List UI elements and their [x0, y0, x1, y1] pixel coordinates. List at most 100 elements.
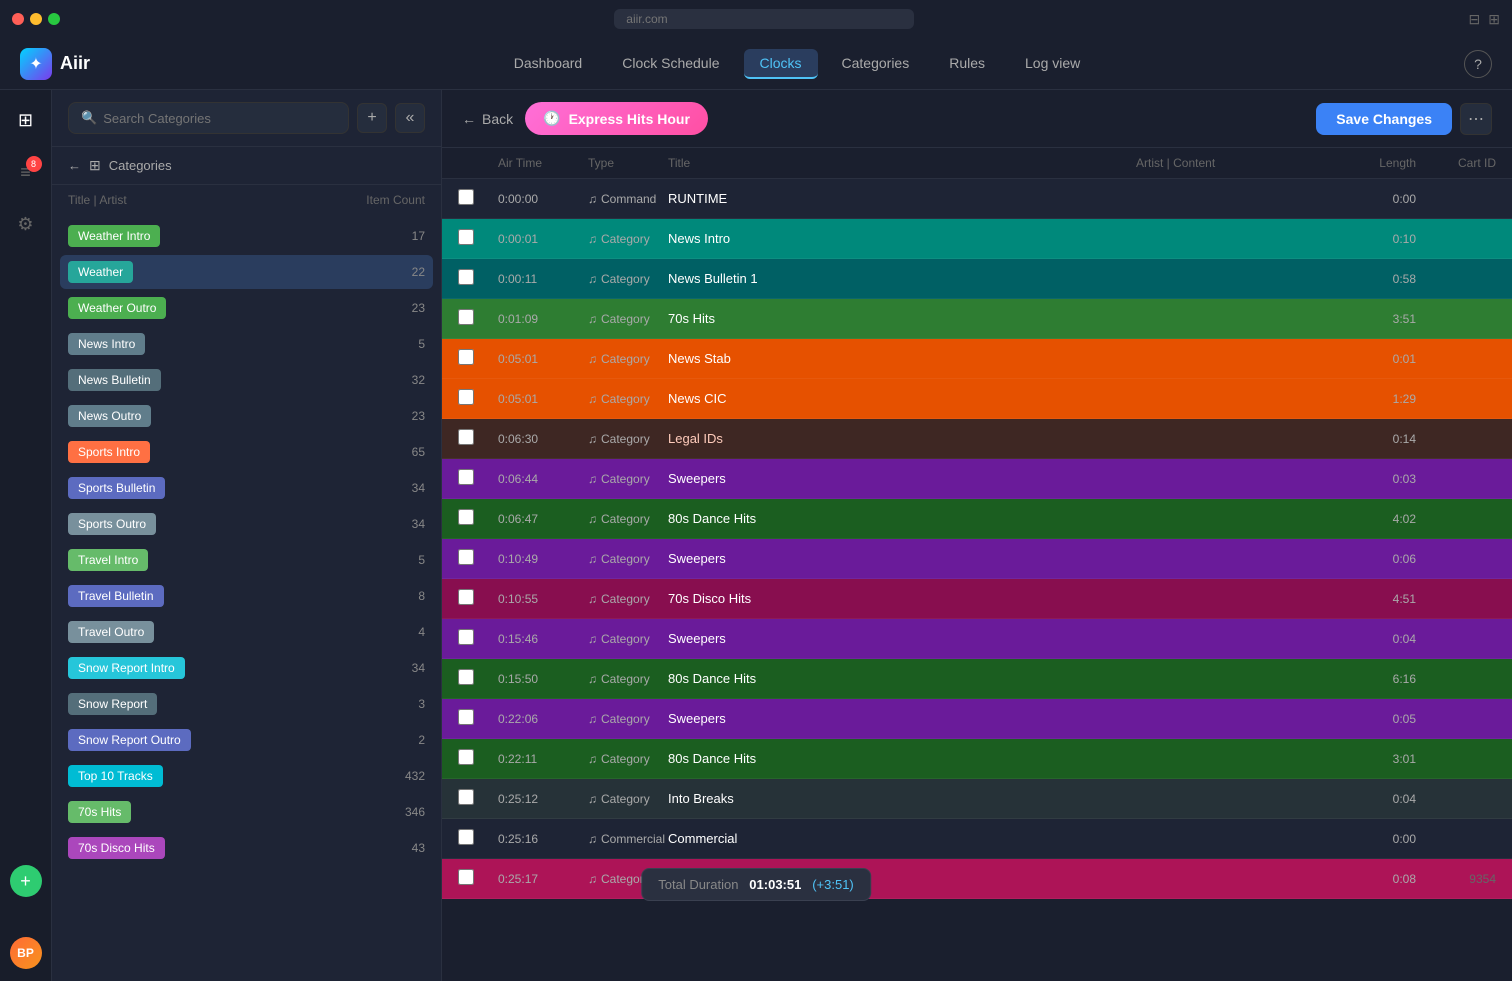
music-note-icon-16: ♫	[588, 832, 597, 846]
category-item-travel-intro[interactable]: Travel Intro5	[60, 543, 433, 577]
nav-item-dashboard[interactable]: Dashboard	[498, 49, 599, 79]
row-checkbox-4[interactable]	[458, 349, 474, 365]
row-checkbox-3[interactable]	[458, 309, 474, 325]
table-row[interactable]: 0:06:30 ♫Category Legal IDs 0:14	[442, 419, 1512, 459]
category-item-weather[interactable]: Weather22	[60, 255, 433, 289]
music-note-icon-7: ♫	[588, 472, 597, 486]
row-checkbox-16[interactable]	[458, 829, 474, 845]
row-checkbox-2[interactable]	[458, 269, 474, 285]
category-item-70s-hits[interactable]: 70s Hits346	[60, 795, 433, 829]
table-row[interactable]: 0:00:01 ♫Category News Intro 0:10	[442, 219, 1512, 259]
row-checkbox-12[interactable]	[458, 669, 474, 685]
category-item-news-bulletin[interactable]: News Bulletin32	[60, 363, 433, 397]
category-item-travel-bulletin[interactable]: Travel Bulletin8	[60, 579, 433, 613]
col-count-label: Item Count	[366, 193, 425, 207]
nav-item-clocks[interactable]: Clocks	[744, 49, 818, 79]
row-checkbox-10[interactable]	[458, 589, 474, 605]
table-row[interactable]: 0:06:44 ♫Category Sweepers 0:03	[442, 459, 1512, 499]
table-row[interactable]: 0:06:47 ♫Category 80s Dance Hits 4:02	[442, 499, 1512, 539]
row-title-14: 80s Dance Hits	[668, 751, 1136, 766]
content-header-right: Save Changes ⋯	[1316, 103, 1492, 135]
category-item-news-outro[interactable]: News Outro23	[60, 399, 433, 433]
back-arrow-icon: ←	[462, 111, 476, 127]
help-button[interactable]: ?	[1464, 50, 1492, 78]
category-item-sports-outro[interactable]: Sports Outro34	[60, 507, 433, 541]
category-count-travel-outro: 4	[418, 625, 425, 639]
category-item-weather-outro[interactable]: Weather Outro 23	[60, 291, 433, 325]
table-row[interactable]: 0:15:50 ♫Category 80s Dance Hits 6:16	[442, 659, 1512, 699]
url-input[interactable]	[614, 9, 914, 29]
fullscreen-icon[interactable]: ⊞	[1488, 11, 1500, 28]
table-row[interactable]: 0:22:11 ♫Category 80s Dance Hits 3:01	[442, 739, 1512, 779]
category-item-70s-disco-hits[interactable]: 70s Disco Hits43	[60, 831, 433, 865]
row-checkbox-7[interactable]	[458, 469, 474, 485]
category-item-news-intro[interactable]: News Intro5	[60, 327, 433, 361]
row-checkbox-14[interactable]	[458, 749, 474, 765]
more-options-button[interactable]: ⋯	[1460, 103, 1492, 135]
sidebar-with-icons: ⊞ ≡ 8 ⚙ + BP 🔍 + «	[0, 90, 442, 981]
clock-title-button[interactable]: 🕐 Express Hits Hour	[525, 102, 708, 135]
table-row[interactable]: 0:05:01 ♫Category News Stab 0:01	[442, 339, 1512, 379]
table-row[interactable]: 0:15:46 ♫Category Sweepers 0:04	[442, 619, 1512, 659]
row-title-15: Into Breaks	[668, 791, 1136, 806]
user-avatar[interactable]: BP	[10, 937, 42, 969]
logo[interactable]: ✦ Aiir	[20, 48, 90, 80]
category-item-sports-bulletin[interactable]: Sports Bulletin34	[60, 471, 433, 505]
nav-item-categories[interactable]: Categories	[826, 49, 926, 79]
back-icon[interactable]: ←	[68, 158, 81, 173]
table-row[interactable]: 0:25:17 ♫Category Promo Rotators 0:08 93…	[442, 859, 1512, 899]
category-item-sports-intro[interactable]: Sports Intro65	[60, 435, 433, 469]
category-item-travel-outro[interactable]: Travel Outro4	[60, 615, 433, 649]
row-checkbox-9[interactable]	[458, 549, 474, 565]
category-tag-70s-hits: 70s Hits	[68, 801, 131, 823]
nav-item-log-view[interactable]: Log view	[1009, 49, 1096, 79]
table-row[interactable]: 0:25:16 ♫Commercial Commercial 0:00	[442, 819, 1512, 859]
row-checkbox-6[interactable]	[458, 429, 474, 445]
table-row[interactable]: 0:10:49 ♫Category Sweepers 0:06	[442, 539, 1512, 579]
sidebar-icon-logs[interactable]: ≡ 8	[8, 154, 44, 190]
row-length-12: 6:16	[1336, 672, 1416, 686]
table-row[interactable]: 0:01:09 ♫Category 70s Hits 3:51	[442, 299, 1512, 339]
add-button[interactable]: +	[10, 865, 42, 897]
sidebar-icon-library[interactable]: ⊞	[8, 102, 44, 138]
row-checkbox-15[interactable]	[458, 789, 474, 805]
category-item-snow-report-outro[interactable]: Snow Report Outro2	[60, 723, 433, 757]
row-checkbox-17[interactable]	[458, 869, 474, 885]
category-item-snow-report-intro[interactable]: Snow Report Intro34	[60, 651, 433, 685]
minimize-icon[interactable]: ⊟	[1469, 11, 1481, 28]
category-count-weather-outro: 23	[412, 301, 425, 315]
nav-item-clock-schedule[interactable]: Clock Schedule	[606, 49, 735, 79]
row-checkbox-11[interactable]	[458, 629, 474, 645]
sidebar-icon-settings[interactable]: ⚙	[8, 206, 44, 242]
table-row[interactable]: 0:22:06 ♫Category Sweepers 0:05	[442, 699, 1512, 739]
category-item-top-10-tracks[interactable]: Top 10 Tracks432	[60, 759, 433, 793]
search-box[interactable]: 🔍	[68, 102, 349, 134]
table-row[interactable]: 0:25:12 ♫Category Into Breaks 0:04	[442, 779, 1512, 819]
content-area: ← Back 🕐 Express Hits Hour Save Changes …	[442, 90, 1512, 981]
table-row[interactable]: 0:05:01 ♫Category News CIC 1:29	[442, 379, 1512, 419]
search-input[interactable]	[103, 111, 336, 126]
row-checkbox-13[interactable]	[458, 709, 474, 725]
row-checkbox-8[interactable]	[458, 509, 474, 525]
category-item-weather-intro[interactable]: Weather Intro17	[60, 219, 433, 253]
close-dot[interactable]	[12, 13, 24, 25]
table-row[interactable]: 0:10:55 ♫Category 70s Disco Hits 4:51	[442, 579, 1512, 619]
save-button[interactable]: Save Changes	[1316, 103, 1452, 135]
maximize-dot[interactable]	[48, 13, 60, 25]
category-tag-travel-intro: Travel Intro	[68, 549, 148, 571]
category-tag-sports-outro: Sports Outro	[68, 513, 156, 535]
category-item-snow-report[interactable]: Snow Report3	[60, 687, 433, 721]
row-checkbox-0[interactable]	[458, 189, 474, 205]
music-note-icon-4: ♫	[588, 352, 597, 366]
table-row[interactable]: 0:00:00 ♫Command RUNTIME 0:00	[442, 179, 1512, 219]
row-checkbox-1[interactable]	[458, 229, 474, 245]
back-button[interactable]: ← Back	[462, 111, 513, 127]
category-tag-weather-outro: Weather Outro	[68, 297, 166, 319]
collapse-button[interactable]: «	[395, 103, 425, 133]
add-category-button[interactable]: +	[357, 103, 387, 133]
nav-item-rules[interactable]: Rules	[933, 49, 1001, 79]
row-checkbox-5[interactable]	[458, 389, 474, 405]
table-row[interactable]: 0:00:11 ♫Category News Bulletin 1 0:58	[442, 259, 1512, 299]
row-title-4: News Stab	[668, 351, 1136, 366]
minimize-dot[interactable]	[30, 13, 42, 25]
